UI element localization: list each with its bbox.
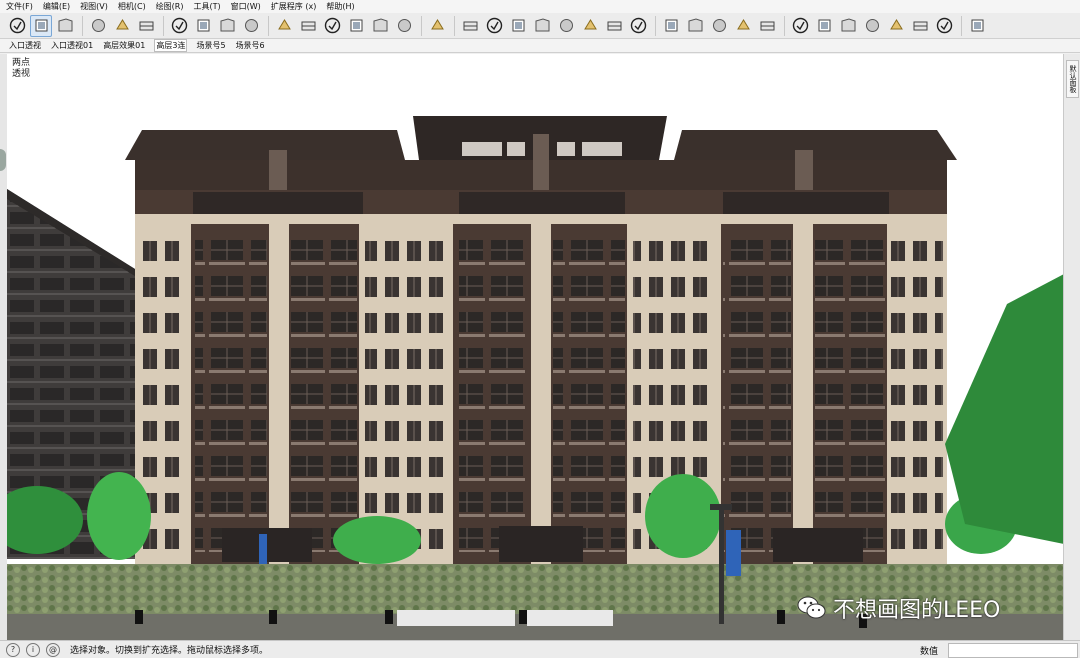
scene-tab-2[interactable]: 入口透视01 [50,40,94,51]
dock-handle[interactable] [0,149,6,171]
send-icon[interactable] [885,15,907,37]
camera-icon[interactable] [660,15,682,37]
paint-bucket-icon[interactable] [30,14,52,37]
scene-tab-3[interactable]: 高层效果01 [102,40,146,51]
model-viewport[interactable]: 两点 透视 不想画图的LEEO [7,54,1064,640]
menu-bar: 文件(F) 编辑(E) 视图(V) 相机(C) 绘图(R) 工具(T) 窗口(W… [0,0,1080,13]
sandbox-icon[interactable] [732,15,754,37]
textured-icon[interactable] [393,15,415,37]
share-icon[interactable] [909,15,931,37]
label-icon[interactable] [603,15,625,37]
section-cut-icon[interactable] [135,15,157,37]
toolbar-separator [421,15,422,36]
menu-draw[interactable]: 绘图(R) [156,1,184,12]
shaded-icon[interactable] [369,15,391,37]
menu-camera[interactable]: 相机(C) [118,1,146,12]
component-icon[interactable] [426,15,448,37]
tape-measure-icon[interactable] [459,15,481,37]
scene-tab-5[interactable]: 场景号5 [195,40,226,51]
toolbar-separator [163,15,164,36]
scene-tab-6[interactable]: 场景号6 [235,40,266,51]
back-edges-icon[interactable] [297,15,319,37]
section-display-icon[interactable] [111,15,133,37]
right-tray-strip: 默认面板 [1063,54,1080,640]
select-icon[interactable] [6,15,28,37]
wireframe-icon[interactable] [321,15,343,37]
3d-text-icon[interactable] [579,15,601,37]
watermark-text: 不想画图的LEEO [833,598,1001,623]
status-bar: ? i @ 选择对象。切换到扩充选择。拖动鼠标选择多项。 数值 [0,640,1080,658]
main-toolbar [0,13,1080,39]
measurements-label: 数值 [920,647,939,657]
protractor-icon[interactable] [483,15,505,37]
building-render [7,116,1064,640]
scene-tab-1[interactable]: 入口透视 [8,40,42,51]
default-tray-tab[interactable]: 默认面板 [1066,60,1079,98]
section-plane-icon[interactable] [87,15,109,37]
roof-left [125,130,405,160]
ruby-icon[interactable] [861,15,883,37]
layout-icon[interactable] [837,15,859,37]
wechat-icon [797,596,826,619]
hidden-line-icon[interactable] [345,15,367,37]
toolbar-separator [268,15,269,36]
menu-help[interactable]: 帮助(H) [326,1,354,12]
shadows-icon[interactable] [168,15,190,37]
menu-window[interactable]: 窗口(W) [231,1,261,12]
xray-icon[interactable] [273,15,295,37]
edge-style-icon[interactable] [240,15,262,37]
eraser-icon[interactable] [54,15,76,37]
toolbar-separator [454,15,455,36]
help-icon[interactable]: @ [46,642,60,657]
geolocation-icon[interactable]: ? [6,642,20,657]
axes-icon[interactable] [531,15,553,37]
toolbar-separator [784,15,785,36]
status-message: 选择对象。切换到扩充选择。拖动鼠标选择多项。 [70,646,269,656]
scene-tab-4[interactable]: 高层3连 [154,39,188,52]
match-photo-icon[interactable] [216,15,238,37]
sweep-icon[interactable] [756,15,778,37]
credits-icon[interactable]: i [26,642,40,657]
menu-edit[interactable]: 编辑(E) [43,1,70,12]
projection-label: 透视 [12,69,31,79]
leaf-icon[interactable] [966,15,988,37]
watermark: 不想画图的LEEO [797,592,1000,624]
roof-right [674,130,957,160]
reset-icon[interactable] [933,15,955,37]
cube-icon[interactable] [708,15,730,37]
menu-view[interactable]: 视图(V) [80,1,108,12]
fog-icon[interactable] [192,15,214,37]
menu-extensions[interactable]: 扩展程序 (x) [271,1,317,12]
toolbar-separator [961,15,962,36]
extension-icon[interactable] [813,15,835,37]
toolbar-separator [655,15,656,36]
warehouse-icon[interactable] [789,15,811,37]
dimension-icon[interactable] [507,15,529,37]
orbit-icon[interactable] [627,15,649,37]
menu-file[interactable]: 文件(F) [6,1,33,12]
toolbar-separator [82,15,83,36]
measurements-input[interactable] [948,643,1078,658]
box-icon[interactable] [684,15,706,37]
scene-tabs: 入口透视 入口透视01 高层效果01 高层3连 场景号5 场景号6 [0,39,1080,53]
text-icon[interactable] [555,15,577,37]
menu-tools[interactable]: 工具(T) [194,1,221,12]
